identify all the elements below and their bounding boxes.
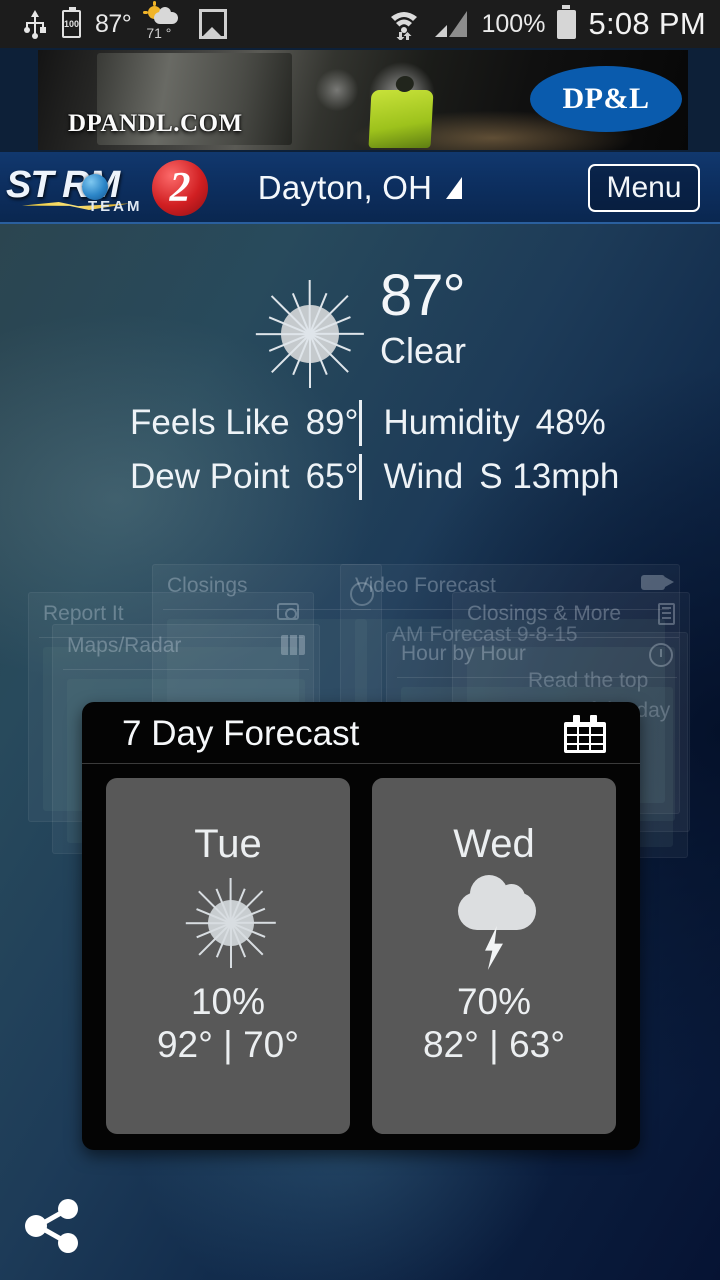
- tile-divider: [63, 669, 309, 670]
- forecast-day-card[interactable]: Tue 10% 92° | 70°: [106, 778, 350, 1134]
- forecast-precip-chance: 70%: [456, 981, 532, 1022]
- forecast-panel-title: 7 Day Forecast: [122, 714, 360, 753]
- battery-percent-label: 100%: [481, 9, 546, 38]
- sun-behind-cloud-icon: 71 °: [143, 1, 185, 44]
- logo-channel-number: 2: [152, 160, 208, 216]
- metric-wind-label: Wind: [383, 457, 464, 496]
- dropdown-caret-icon[interactable]: [446, 177, 463, 199]
- battery-icon: [557, 4, 577, 39]
- metric-feels-like: Feels Like 89°: [97, 403, 359, 443]
- forecast-panel-header: 7 Day Forecast: [82, 702, 640, 764]
- ad-url-text: DPANDL.COM: [68, 110, 243, 137]
- main-content-area: Report It Closings Maps/Radar Video Fore…: [0, 224, 720, 1280]
- forecast-high-low: 82° | 63°: [422, 1023, 566, 1065]
- logo-team-text: TEAM: [88, 198, 143, 215]
- gallery-icon: [199, 9, 228, 39]
- current-temp-block: 87° Clear: [379, 263, 467, 372]
- video-camera-icon: [641, 575, 674, 590]
- android-status-bar: 100 87° 71 ° 100% 5:08 PM: [0, 0, 720, 48]
- metric-humidity: Humidity 48%: [362, 403, 624, 443]
- current-conditions-summary: 87° Clear: [0, 263, 720, 390]
- metric-feels-like-value: 89°: [305, 403, 359, 442]
- current-condition-label: Clear: [379, 329, 467, 371]
- metric-humidity-value: 48%: [535, 403, 606, 442]
- metric-wind: Wind S 13mph: [362, 457, 624, 497]
- status-bar-right-group: 100% 5:08 PM: [387, 4, 720, 42]
- current-metrics-grid: Feels Like 89° Humidity 48% Dew Point 65…: [0, 396, 720, 504]
- battery-widget-value: 100: [63, 19, 80, 29]
- calendar-icon[interactable]: [564, 715, 606, 753]
- map-icon: [281, 635, 305, 655]
- menu-button-label: Menu: [606, 171, 682, 204]
- metric-dew-point-value: 65°: [305, 457, 359, 496]
- metrics-row-1: Feels Like 89° Humidity 48%: [97, 396, 624, 450]
- wifi-icon: [391, 12, 418, 40]
- sun-icon: [174, 876, 282, 972]
- status-bar-left-group: 100 87° 71 °: [0, 1, 228, 44]
- metric-dew-point: Dew Point 65°: [97, 457, 359, 497]
- status-bar-widget-temp: 87°: [95, 9, 132, 38]
- tile-closings-label: Closings: [167, 574, 248, 597]
- metric-humidity-label: Humidity: [383, 403, 520, 442]
- status-bar-clock: 5:08 PM: [588, 6, 706, 41]
- thunderstorm-icon: [440, 875, 548, 972]
- forecast-day-name: Wed: [453, 822, 535, 866]
- globe-icon: [350, 582, 376, 606]
- clock-icon: [649, 643, 673, 667]
- seven-day-forecast-panel[interactable]: 7 Day Forecast Tue 10% 92° | 70° Wed 70%…: [82, 702, 640, 1150]
- metric-dew-point-label: Dew Point: [130, 457, 290, 496]
- sun-icon: [254, 278, 366, 390]
- storm-team-2-logo[interactable]: ST RM TEAM 2: [4, 158, 210, 220]
- forecast-day-card[interactable]: Wed 70% 82° | 63°: [372, 778, 616, 1134]
- metrics-row-2: Dew Point 65° Wind S 13mph: [97, 450, 624, 504]
- menu-button[interactable]: Menu: [588, 164, 700, 212]
- forecast-precip-chance: 10%: [190, 981, 266, 1022]
- tile-read-top-line1[interactable]: Read the top: [528, 666, 648, 696]
- list-icon: [658, 603, 675, 625]
- tile-hour-by-hour-label: Hour by Hour: [401, 642, 526, 665]
- forecast-day-name: Tue: [194, 822, 262, 866]
- metric-feels-like-label: Feels Like: [130, 403, 290, 442]
- tile-maps-radar-label: Maps/Radar: [67, 634, 182, 657]
- logo-channel-number-text: 2: [169, 165, 191, 211]
- app-screen: 100 87° 71 ° 100% 5:08 PM DPANDL.COM DP&…: [0, 0, 720, 1280]
- forecast-high-low: 92° | 70°: [156, 1023, 300, 1065]
- battery-widget-icon: 100: [62, 7, 81, 38]
- ad-advertiser-logo: DP&L: [530, 66, 682, 132]
- cellular-signal-icon: [435, 11, 468, 37]
- advertisement-banner[interactable]: DPANDL.COM DP&L: [0, 48, 720, 152]
- ad-worker-graphic: [367, 90, 434, 148]
- metric-wind-value: S 13mph: [479, 457, 620, 496]
- city-name-label[interactable]: Dayton, OH: [258, 169, 432, 207]
- app-header-bar: ST RM TEAM 2 Dayton, OH Menu: [0, 152, 720, 224]
- logo-globe-icon: [82, 174, 108, 200]
- forecast-day-list: Tue 10% 92° | 70° Wed 70% 82° | 63°: [82, 764, 640, 1150]
- tile-report-it-label: Report It: [43, 602, 124, 625]
- share-icon: [25, 1199, 78, 1253]
- share-button[interactable]: [22, 1196, 84, 1256]
- usb-icon: [24, 10, 46, 39]
- current-temperature: 87°: [379, 263, 466, 328]
- ad-logo-text: DP&L: [562, 82, 650, 115]
- status-bar-weather-widget-temp: 71 °: [146, 25, 172, 41]
